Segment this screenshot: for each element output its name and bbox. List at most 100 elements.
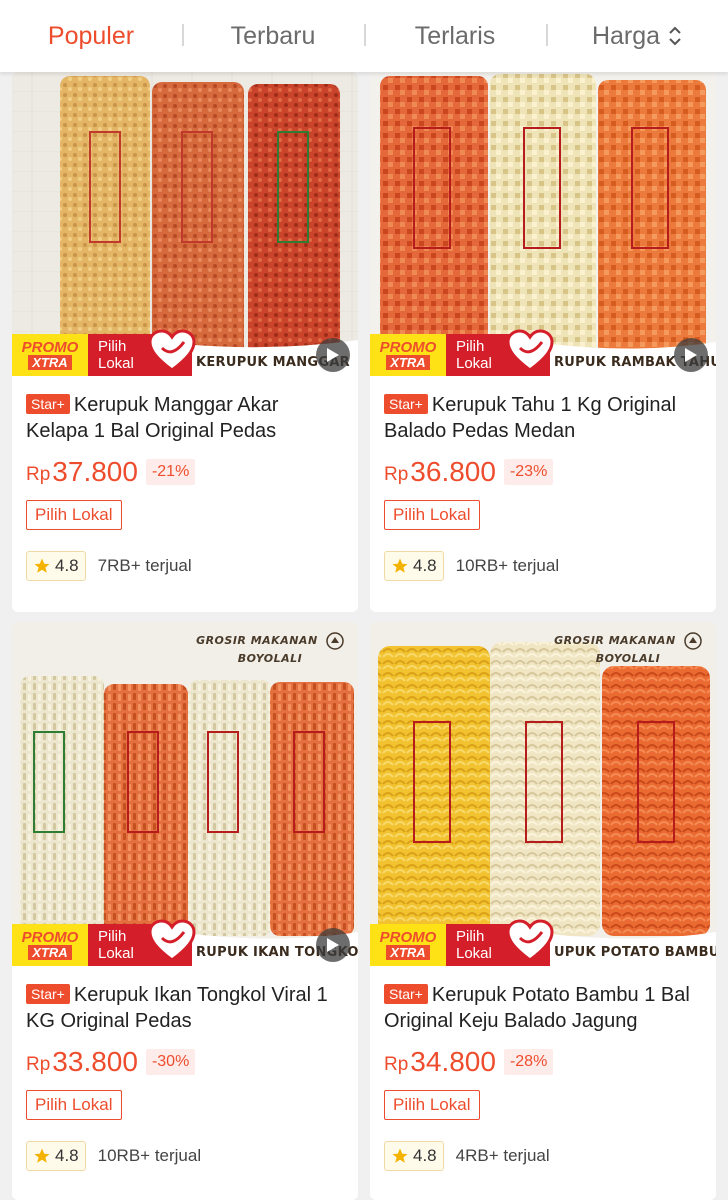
product-card[interactable]: GROSIR MAKANAN BOYOLALI PROMO XTRA Pilih… (12, 622, 358, 1200)
product-image: GROSIR MAKANAN BOYOLALI PROMO XTRA Pilih… (370, 622, 716, 970)
tab-populer[interactable]: Populer (0, 0, 182, 72)
product-card[interactable]: PROMO XTRA Pilih Lokal KERUPUK MANGGAR S… (12, 72, 358, 612)
discount-badge: -23% (503, 459, 554, 485)
product-image: PROMO XTRA Pilih Lokal RUPUK RAMBAK TAHU (370, 72, 716, 380)
sold-count: 4RB+ terjual (455, 1146, 550, 1165)
star-plus-tag: Star+ (26, 984, 70, 1004)
heart-icon (148, 329, 196, 372)
pilih-lokal-badge: Pilih Lokal (446, 329, 554, 376)
rating-badge: 4.8 (26, 551, 86, 581)
rating-row: 4.8 10RB+ terjual (26, 1140, 346, 1172)
price-row: Rp 36.800 -23% (384, 454, 704, 490)
promo-strip: PROMO XTRA Pilih Lokal RUPUK IKAN TONGKO… (12, 919, 358, 970)
product-info: Star+ Kerupuk Potato Bambu 1 Bal Original… (384, 982, 704, 1172)
promo-line1: PROMO (379, 929, 437, 946)
star-icon (34, 558, 50, 573)
promo-line1: PROMO (21, 339, 79, 356)
product-title-text: Kerupuk Ikan Tongkol Viral 1 KG Original… (26, 984, 328, 1032)
product-title-text: Kerupuk Potato Bambu 1 Bal Original Keju… (384, 984, 690, 1032)
promo-xtra-badge: PROMO XTRA (370, 924, 446, 966)
rating-row: 4.8 7RB+ terjual (26, 550, 346, 582)
rating-row: 4.8 10RB+ terjual (384, 550, 704, 582)
star-icon (34, 1148, 50, 1163)
star-plus-tag: Star+ (384, 984, 428, 1004)
star-plus-tag: Star+ (384, 394, 428, 414)
promo-line2: XTRA (386, 945, 430, 960)
price-row: Rp 34.800 -28% (384, 1044, 704, 1080)
tab-terlaris[interactable]: Terlaris (364, 0, 546, 72)
promo-strip: PROMO XTRA Pilih Lokal UPUK POTATO BAMBU (370, 919, 716, 970)
price-currency: Rp (26, 464, 51, 485)
price-currency: Rp (384, 1054, 409, 1075)
rating-badge: 4.8 (384, 551, 444, 581)
price-value: 33.800 (52, 1046, 138, 1077)
discount-badge: -30% (145, 1049, 196, 1075)
price-row: Rp 37.800 -21% (26, 454, 346, 490)
price-value: 37.800 (52, 456, 138, 487)
star-plus-tag: Star+ (26, 394, 70, 414)
play-video-icon[interactable] (316, 338, 350, 372)
brand-header: GROSIR MAKANAN BOYOLALI (554, 632, 702, 667)
promo-xtra-badge: PROMO XTRA (12, 334, 88, 376)
product-card[interactable]: PROMO XTRA Pilih Lokal RUPUK RAMBAK TAHU… (370, 72, 716, 612)
rating-value: 4.8 (413, 1146, 437, 1165)
tab-label: Terbaru (230, 21, 316, 50)
pilih-lokal-badge: Pilih Lokal (446, 919, 554, 966)
product-image: GROSIR MAKANAN BOYOLALI PROMO XTRA Pilih… (12, 622, 358, 970)
rating-value: 4.8 (55, 556, 79, 575)
pilih-lokal-badge: Pilih Lokal (88, 329, 196, 376)
play-video-icon[interactable] (674, 338, 708, 372)
tab-harga[interactable]: Harga (546, 0, 728, 72)
rating-badge: 4.8 (26, 1141, 86, 1171)
promo-line1: PROMO (21, 929, 79, 946)
price-currency: Rp (26, 1054, 51, 1075)
sort-updown-icon (668, 25, 682, 47)
strip-product-name: UPUK POTATO BAMBU (554, 945, 716, 960)
tab-label: Populer (47, 21, 135, 50)
promo-strip: PROMO XTRA Pilih Lokal KERUPUK MANGGAR (12, 329, 358, 380)
product-info: Star+ Kerupuk Ikan Tongkol Viral 1 KG Ori… (26, 982, 346, 1172)
brand-header-line2: BOYOLALI (237, 652, 303, 665)
promo-line2: XTRA (28, 945, 72, 960)
pilih-lokal-chip: Pilih Lokal (26, 1090, 122, 1120)
tab-label: Harga (591, 21, 661, 50)
shop-logo-icon (326, 632, 344, 650)
promo-xtra-badge: PROMO XTRA (12, 924, 88, 966)
price-value: 36.800 (410, 456, 496, 487)
rating-row: 4.8 4RB+ terjual (384, 1140, 704, 1172)
product-info: Star+ Kerupuk Manggar Akar Kelapa 1 Bal O… (26, 392, 346, 582)
brand-header-line1: GROSIR MAKANAN (554, 634, 676, 647)
price-currency: Rp (384, 464, 409, 485)
product-title[interactable]: Star+ Kerupuk Ikan Tongkol Viral 1 KG Ori… (26, 982, 346, 1034)
brand-header-line1: GROSIR MAKANAN (196, 634, 318, 647)
shop-logo-icon (684, 632, 702, 650)
heart-icon (148, 919, 196, 962)
play-video-icon[interactable] (316, 928, 350, 962)
rating-value: 4.8 (55, 1146, 79, 1165)
pilih-lokal-chip: Pilih Lokal (384, 1090, 480, 1120)
sold-count: 10RB+ terjual (455, 556, 560, 575)
sold-count: 10RB+ terjual (97, 1146, 202, 1165)
heart-icon (506, 329, 554, 372)
heart-icon (506, 919, 554, 962)
promo-line2: XTRA (386, 355, 430, 370)
product-title[interactable]: Star+ Kerupuk Manggar Akar Kelapa 1 Bal O… (26, 392, 346, 444)
tab-label: Terlaris (414, 21, 496, 50)
discount-badge: -28% (503, 1049, 554, 1075)
pilih-lokal-chip: Pilih Lokal (384, 500, 480, 530)
tab-terbaru[interactable]: Terbaru (182, 0, 364, 72)
sort-bar: Populer Terbaru Terlaris Harga (0, 0, 728, 72)
rating-value: 4.8 (413, 556, 437, 575)
promo-line2: XTRA (28, 355, 72, 370)
product-title[interactable]: Star+ Kerupuk Potato Bambu 1 Bal Original… (384, 982, 704, 1034)
price-value: 34.800 (410, 1046, 496, 1077)
product-image: PROMO XTRA Pilih Lokal KERUPUK MANGGAR (12, 72, 358, 380)
pilih-lokal-chip: Pilih Lokal (26, 500, 122, 530)
promo-line1: PROMO (379, 339, 437, 356)
brand-header: GROSIR MAKANAN BOYOLALI (196, 632, 344, 667)
discount-badge: -21% (145, 459, 196, 485)
star-icon (392, 1148, 408, 1163)
sold-count: 7RB+ terjual (97, 556, 192, 575)
product-card[interactable]: GROSIR MAKANAN BOYOLALI PROMO XTRA Pilih… (370, 622, 716, 1200)
product-title[interactable]: Star+ Kerupuk Tahu 1 Kg Original Balado P… (384, 392, 704, 444)
